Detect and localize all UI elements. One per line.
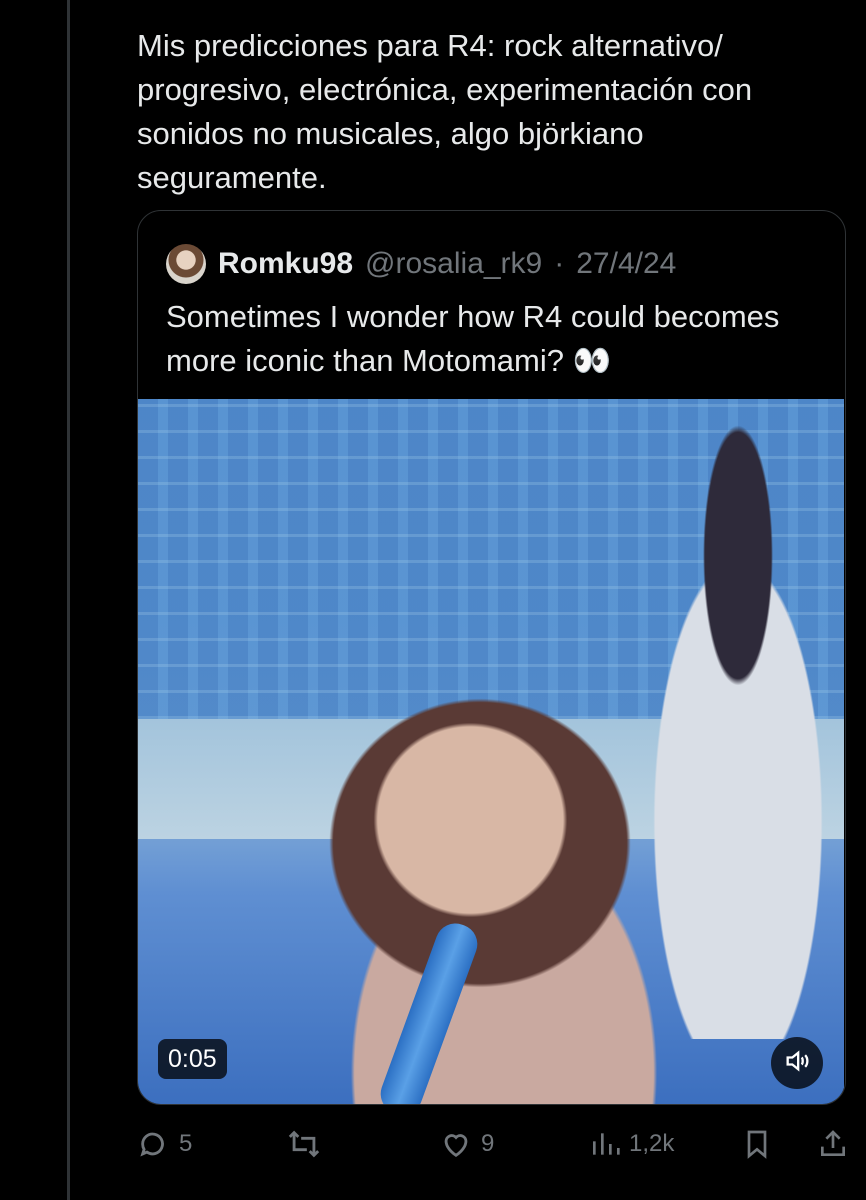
bookmark-icon (741, 1127, 773, 1161)
tweet-actions-bar: 5 9 1,2k (137, 1122, 846, 1166)
avatar[interactable] (166, 244, 206, 284)
views-count: 1,2k (629, 1130, 675, 1157)
video-time-badge: 0:05 (158, 1039, 227, 1079)
like-button[interactable]: 9 (439, 1122, 494, 1166)
views-chart-icon (589, 1127, 621, 1161)
video-performer-center (288, 659, 768, 1104)
quoted-tweet-text: Sometimes I wonder how R4 could becomes … (166, 299, 780, 378)
bookmark-button[interactable] (741, 1122, 773, 1166)
mute-button[interactable] (771, 1037, 823, 1089)
heart-icon (439, 1127, 473, 1161)
quoted-author-handle[interactable]: @rosalia_rk9 (365, 247, 542, 281)
speaker-icon (783, 1047, 811, 1080)
reply-count: 5 (179, 1130, 193, 1157)
views-button[interactable]: 1,2k (589, 1122, 674, 1166)
quoted-tweet-card[interactable]: Romku98 @rosalia_rk9 · 27/4/24 Sometimes… (137, 210, 846, 1105)
repost-button[interactable] (285, 1122, 331, 1166)
quoted-tweet-header: Romku98 @rosalia_rk9 · 27/4/24 (166, 241, 676, 287)
tweet-text: Mis predicciones para R4: rock alternati… (137, 28, 761, 195)
header-separator: · (554, 247, 565, 280)
quoted-tweet-date[interactable]: 27/4/24 (576, 247, 676, 281)
reply-icon (137, 1127, 171, 1161)
quoted-author-name[interactable]: Romku98 (218, 247, 353, 281)
reply-button[interactable]: 5 (137, 1122, 192, 1166)
video-player[interactable]: 0:05 (138, 399, 844, 1104)
share-button[interactable] (817, 1122, 849, 1166)
thread-connector-line (67, 0, 70, 1200)
repost-icon (285, 1127, 323, 1161)
like-count: 9 (481, 1130, 495, 1157)
share-icon (817, 1127, 849, 1161)
